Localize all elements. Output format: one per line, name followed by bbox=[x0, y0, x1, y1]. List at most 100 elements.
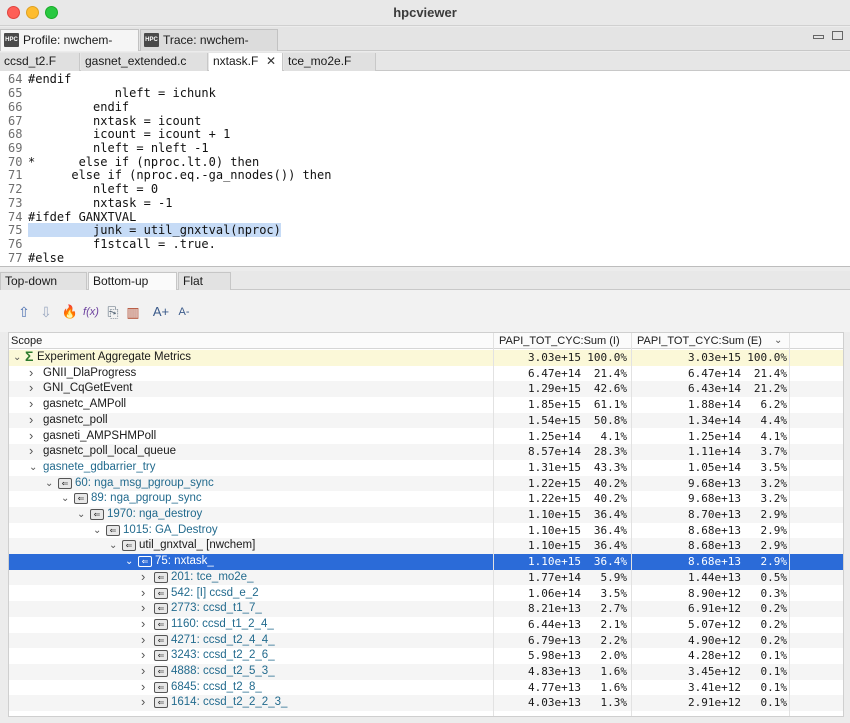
table-row[interactable]: ⌄ Σ Experiment Aggregate Metrics 3.03e+15 10… bbox=[9, 349, 843, 366]
call-site-icon[interactable]: ⇐ bbox=[74, 493, 88, 505]
scope-label[interactable]: 2773: ccsd_t1_7_ bbox=[171, 601, 262, 616]
call-site-icon[interactable]: ⇐ bbox=[154, 697, 168, 709]
call-site-icon[interactable]: ⇐ bbox=[154, 650, 168, 662]
file-tab-ccsd-t2[interactable]: ccsd_t2.F bbox=[0, 53, 80, 71]
chevron-right-icon[interactable]: › bbox=[141, 679, 151, 694]
scope-label[interactable]: gasnetc_AMPoll bbox=[43, 397, 126, 412]
font-decrease-icon[interactable]: A- bbox=[174, 303, 194, 321]
file-tab-gasnet-extended[interactable]: gasnet_extended.c bbox=[81, 53, 208, 71]
table-row[interactable]: ⌄ ⇐ 1970: nga_destroy 1.10e+15 36.4% 8.70e+13… bbox=[9, 507, 843, 523]
scope-label[interactable]: Experiment Aggregate Metrics bbox=[37, 350, 191, 365]
table-row[interactable]: › gasnetc_AMPoll 1.85e+15 61.1% 1.88e+14 6.2% bbox=[9, 396, 843, 413]
chevron-right-icon[interactable]: › bbox=[29, 365, 39, 380]
table-row[interactable]: › ⇐ 3243: ccsd_t2_2_6_ 5.98e+13 2.0% 4.28e+12… bbox=[9, 647, 843, 664]
call-site-icon[interactable]: ⇐ bbox=[154, 618, 168, 630]
call-site-icon[interactable]: ⇐ bbox=[154, 587, 168, 599]
scope-label[interactable]: gasnetc_poll_local_queue bbox=[43, 444, 176, 459]
table-row[interactable]: ⌄ ⇐ 1015: GA_Destroy 1.10e+15 36.4% 8.68e+13 2… bbox=[9, 523, 843, 539]
derived-metric-icon[interactable]: f(x) bbox=[79, 303, 103, 321]
scope-label[interactable]: 201: tce_mo2e_ bbox=[171, 570, 253, 585]
call-site-icon[interactable]: ⇐ bbox=[58, 477, 72, 489]
sort-descending-icon[interactable]: ⌄ bbox=[774, 334, 782, 348]
table-row[interactable]: ⌄ ⇐ util_gnxtval_ [nwchem] 1.10e+15 36.4% 8.6… bbox=[9, 538, 843, 555]
tab-profile[interactable]: HPC Profile: nwchem-1024 bbox=[0, 29, 139, 67]
scope-label[interactable]: GNI_CqGetEvent bbox=[43, 381, 132, 396]
chevron-right-icon[interactable]: › bbox=[141, 632, 151, 647]
table-row[interactable]: › ⇐ 2773: ccsd_t1_7_ 8.21e+13 2.7% 6.91e+12 0.… bbox=[9, 600, 843, 617]
scope-label[interactable]: 1015: GA_Destroy bbox=[123, 523, 218, 538]
zoom-in-icon[interactable]: ⇧ bbox=[15, 303, 33, 321]
chevron-down-icon[interactable]: ⌄ bbox=[45, 476, 55, 491]
file-tab-tce-mo2e[interactable]: tce_mo2e.F bbox=[284, 53, 376, 71]
chevron-down-icon[interactable]: ⌄ bbox=[77, 507, 87, 522]
scope-label[interactable]: 3243: ccsd_t2_2_6_ bbox=[171, 648, 275, 663]
close-tab-icon[interactable]: ✕ bbox=[266, 53, 276, 70]
table-row[interactable]: › GNI_CqGetEvent 1.29e+15 42.6% 6.43e+14 21.2… bbox=[9, 380, 843, 398]
chevron-down-icon[interactable]: ⌄ bbox=[125, 554, 135, 569]
scope-label[interactable]: util_gnxtval_ [nwchem] bbox=[139, 538, 255, 553]
table-row[interactable]: ⌄ ⇐ 89: nga_pgroup_sync 1.22e+15 40.2% 9.68e+… bbox=[9, 491, 843, 507]
inclusive-column-header[interactable]: PAPI_TOT_CYC:Sum (I) bbox=[499, 334, 620, 348]
table-row[interactable]: › gasnetc_poll 1.54e+15 50.8% 1.34e+14 4.4% bbox=[9, 412, 843, 429]
scope-label[interactable]: 75: nxtask_ bbox=[155, 554, 214, 569]
call-site-icon[interactable]: ⇐ bbox=[106, 524, 120, 536]
metrics-columns-icon[interactable]: ▥ bbox=[124, 303, 142, 321]
table-row[interactable]: › ⇐ 4271: ccsd_t2_4_4_ 6.79e+13 2.2% 4.90e+12… bbox=[9, 632, 843, 649]
scope-label[interactable]: gasnete_gdbarrier_try bbox=[43, 460, 156, 475]
scope-label[interactable]: 6845: ccsd_t2_8_ bbox=[171, 680, 262, 695]
chevron-right-icon[interactable]: › bbox=[29, 443, 39, 458]
font-increase-icon[interactable]: A+ bbox=[151, 303, 171, 321]
scope-column-header[interactable]: Scope bbox=[11, 334, 42, 348]
call-site-icon[interactable]: ⇐ bbox=[154, 603, 168, 615]
chevron-right-icon[interactable]: › bbox=[29, 412, 39, 427]
scope-label[interactable]: GNII_DlaProgress bbox=[43, 366, 136, 381]
table-row[interactable]: › gasnetc_poll_local_queue 8.57e+14 28.3% 1.… bbox=[9, 443, 843, 460]
tab-bottom-up-view[interactable]: Bottom-up view bbox=[88, 272, 177, 305]
chevron-down-icon[interactable]: ⌄ bbox=[13, 350, 23, 365]
chevron-right-icon[interactable]: › bbox=[141, 600, 151, 615]
scope-label[interactable]: 1614: ccsd_t2_2_2_3_ bbox=[171, 695, 287, 710]
exclusive-column-header[interactable]: PAPI_TOT_CYC:Sum (E) bbox=[637, 334, 762, 348]
zoom-out-icon[interactable]: ⇩ bbox=[37, 303, 55, 321]
table-row[interactable]: › ⇐ 542: [I] ccsd_e_2 1.06e+14 3.5% 8.90e+12 0… bbox=[9, 585, 843, 602]
chevron-right-icon[interactable]: › bbox=[141, 585, 151, 600]
call-site-icon[interactable]: ⇐ bbox=[154, 681, 168, 693]
table-row[interactable]: ⌄ ⇐ 60: nga_msg_pgroup_sync 1.22e+15 40.2% 9.… bbox=[9, 475, 843, 492]
chevron-down-icon[interactable]: ⌄ bbox=[93, 523, 103, 538]
chevron-down-icon[interactable]: ⌄ bbox=[29, 460, 39, 475]
chevron-down-icon[interactable]: ⌄ bbox=[109, 538, 119, 553]
call-site-icon[interactable]: ⇐ bbox=[138, 556, 152, 568]
file-tab-nxtask[interactable]: nxtask.F ✕ bbox=[209, 53, 283, 71]
scope-label[interactable]: gasneti_AMPSHMPoll bbox=[43, 429, 156, 444]
chevron-right-icon[interactable]: › bbox=[141, 616, 151, 631]
maximize-view-icon[interactable] bbox=[832, 31, 843, 40]
table-row[interactable]: › ⇐ 6845: ccsd_t2_8_ 4.77e+13 1.6% 3.41e+12 0.… bbox=[9, 679, 843, 696]
source-editor[interactable]: 64 #endif 65 nleft = ichunk 66 endif 67 n… bbox=[0, 71, 850, 267]
table-row[interactable]: › GNII_DlaProgress 6.47e+14 21.4% 6.47e+14 21… bbox=[9, 365, 843, 382]
tab-trace[interactable]: HPC Trace: nwchem-1024 bbox=[140, 29, 278, 67]
scope-label[interactable]: 4271: ccsd_t2_4_4_ bbox=[171, 633, 275, 648]
chevron-right-icon[interactable]: › bbox=[29, 380, 39, 395]
table-row[interactable]: › ⇐ 1614: ccsd_t2_2_2_3_ 4.03e+13 1.3% 2.91e+… bbox=[9, 694, 843, 712]
call-site-icon[interactable]: ⇐ bbox=[154, 571, 168, 583]
scope-label[interactable]: 1970: nga_destroy bbox=[107, 507, 202, 522]
chevron-right-icon[interactable]: › bbox=[141, 663, 151, 678]
scope-label[interactable]: gasnetc_poll bbox=[43, 413, 108, 428]
inline-procedure-icon[interactable]: ⇐ bbox=[122, 540, 136, 552]
scope-label[interactable]: 542: [I] ccsd_e_2 bbox=[171, 586, 259, 601]
table-row[interactable]: › ⇐ 201: tce_mo2e_ 1.77e+14 5.9% 1.44e+13 0.5% bbox=[9, 569, 843, 586]
table-row[interactable]: › ⇐ 4888: ccsd_t2_5_3_ 4.83e+13 1.6% 3.45e+12… bbox=[9, 663, 843, 680]
minimize-view-icon[interactable] bbox=[813, 35, 824, 39]
chevron-right-icon[interactable]: › bbox=[141, 647, 151, 662]
chevron-right-icon[interactable]: › bbox=[29, 428, 39, 443]
scope-label[interactable]: 1160: ccsd_t1_2_4_ bbox=[171, 617, 274, 632]
tab-top-down-view[interactable]: Top-down view bbox=[0, 272, 87, 305]
tab-flat-view[interactable]: Flat view bbox=[178, 272, 231, 305]
call-site-icon[interactable]: ⇐ bbox=[154, 634, 168, 646]
chevron-right-icon[interactable]: › bbox=[29, 396, 39, 411]
scope-label[interactable]: 60: nga_msg_pgroup_sync bbox=[75, 476, 214, 491]
hot-path-icon[interactable]: 🔥 bbox=[61, 303, 79, 321]
call-site-icon[interactable]: ⇐ bbox=[154, 666, 168, 677]
export-icon[interactable]: ⎘ bbox=[104, 303, 122, 321]
chevron-right-icon[interactable]: › bbox=[141, 569, 151, 584]
